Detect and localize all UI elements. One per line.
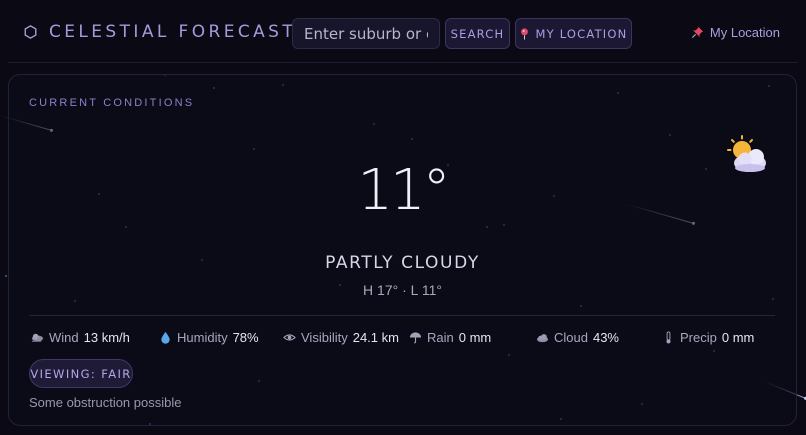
stat-label: Rain (427, 330, 454, 345)
stat-humidity: Humidity 78% (159, 330, 259, 345)
search-button[interactable]: SEARCH (445, 18, 510, 49)
brand: CELESTIAL FORECAST (24, 22, 296, 42)
thermometer-icon (666, 331, 671, 344)
stats-divider (29, 315, 775, 316)
stats-row: Wind 13 km/h Humidity 78% Visibility 24.… (29, 330, 775, 350)
hexagon-icon (24, 25, 37, 39)
wind-icon (31, 333, 44, 342)
stat-cloud: Cloud 43% (536, 330, 619, 345)
stat-label: Visibility (301, 330, 348, 345)
stat-value: 0 mm (721, 330, 755, 345)
my-location-button[interactable]: MY LOCATION (515, 18, 632, 49)
header-divider (8, 62, 798, 63)
stat-label: Wind (49, 330, 79, 345)
stat-precip: Precip 0 mm (662, 330, 754, 345)
brand-title: CELESTIAL FORECAST (49, 22, 297, 42)
stat-label: Cloud (554, 330, 588, 345)
pushpin-icon (691, 26, 703, 39)
stat-value: 43% (592, 330, 619, 345)
stat-label: Precip (680, 330, 717, 345)
my-location-button-label: MY LOCATION (535, 26, 628, 41)
stat-label: Humidity (177, 330, 228, 345)
my-location-link-label: My Location (709, 25, 780, 40)
current-conditions-card: CURRENT CONDITIONS 11° PARTLY CLOUDY H 1… (8, 74, 797, 426)
viewing-badge-label: VIEWING: FAIR (30, 366, 132, 381)
high-low: H 17° · L 11° (363, 282, 442, 298)
droplet-icon (161, 331, 170, 344)
stat-rain: Rain 0 mm (409, 330, 491, 345)
search-input[interactable] (292, 18, 440, 49)
map-pin-icon (520, 27, 528, 40)
search-button-label: SEARCH (450, 26, 505, 41)
cloud-icon (536, 334, 549, 343)
section-label: CURRENT CONDITIONS (29, 97, 195, 109)
stat-visibility: Visibility 24.1 km (283, 330, 399, 345)
temperature: 11° (357, 158, 450, 223)
app-header: CELESTIAL FORECAST SEARCH MY LOCATION My… (0, 0, 806, 64)
stat-wind: Wind 13 km/h (31, 330, 130, 345)
umbrella-icon (409, 332, 422, 344)
condition-label: PARTLY CLOUDY (325, 253, 480, 273)
my-location-link[interactable]: My Location (691, 25, 780, 40)
stat-value: 78% (232, 330, 259, 345)
eye-icon (283, 334, 296, 341)
stat-value: 13 km/h (83, 330, 130, 345)
stat-value: 0 mm (458, 330, 492, 345)
viewing-badge: VIEWING: FAIR (29, 359, 133, 388)
stat-value: 24.1 km (352, 330, 399, 345)
viewing-note: Some obstruction possible (29, 395, 182, 410)
